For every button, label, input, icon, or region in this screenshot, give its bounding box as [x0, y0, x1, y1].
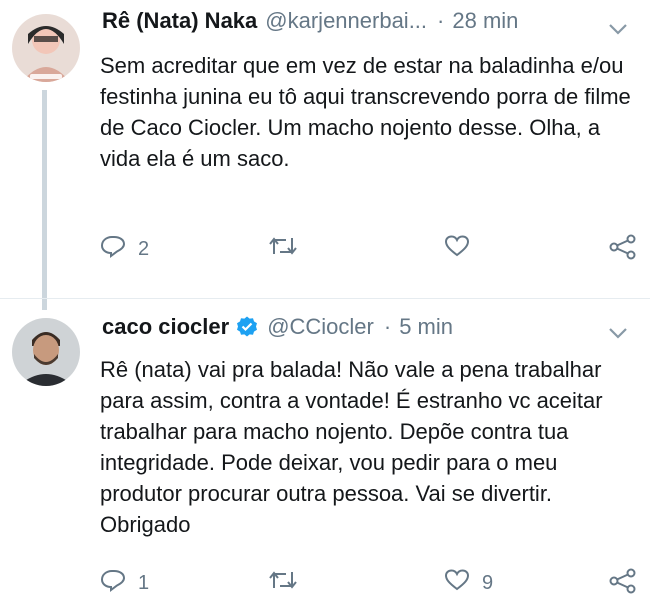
- tweet-actions: 2: [100, 234, 640, 264]
- username-handle[interactable]: @karjennerbai...: [265, 8, 427, 34]
- share-button[interactable]: [608, 234, 638, 266]
- avatar-1-image: [12, 14, 80, 82]
- tweet-text: Rê (nata) vai pra balada! Não vale a pen…: [100, 357, 603, 537]
- like-button[interactable]: [444, 234, 482, 264]
- display-name[interactable]: caco ciocler: [102, 314, 229, 340]
- retweet-icon: [268, 234, 298, 264]
- tweet-header: caco ciocler @CCiocler · 5 min: [102, 314, 453, 340]
- tweet-text: Sem acreditar que em vez de estar na bal…: [100, 53, 631, 171]
- reply-button[interactable]: 1: [100, 568, 149, 598]
- timestamp[interactable]: 28 min: [452, 8, 518, 34]
- chevron-down-icon[interactable]: [608, 326, 628, 344]
- like-button[interactable]: 9: [444, 568, 493, 598]
- share-icon: [608, 234, 638, 266]
- separator-dot: ·: [383, 314, 392, 339]
- share-icon: [608, 568, 638, 600]
- avatar[interactable]: [12, 318, 80, 386]
- reply-button[interactable]: 2: [100, 234, 149, 264]
- separator-dot: ·: [437, 8, 445, 33]
- retweet-button[interactable]: [268, 568, 310, 598]
- retweet-button[interactable]: [268, 234, 310, 264]
- heart-icon: [444, 234, 470, 264]
- avatar[interactable]: [12, 14, 80, 82]
- tweet-header: Rê (Nata) Naka @karjennerbai... · 28 min: [102, 8, 518, 34]
- heart-icon: [444, 568, 470, 598]
- avatar-2-image: [12, 318, 80, 386]
- display-name[interactable]: Rê (Nata) Naka: [102, 8, 257, 34]
- share-button[interactable]: [608, 568, 638, 600]
- username-handle[interactable]: @CCiocler: [267, 314, 374, 340]
- like-count: 9: [482, 571, 494, 594]
- retweet-icon: [268, 568, 298, 598]
- verified-badge-icon: [235, 315, 259, 339]
- timestamp[interactable]: 5 min: [399, 314, 453, 340]
- tweet-divider: [0, 298, 650, 299]
- tweet-actions: 1 9: [100, 568, 640, 598]
- reply-count: 2: [138, 237, 150, 260]
- reply-icon: [100, 234, 126, 264]
- reply-count: 1: [138, 571, 150, 594]
- chevron-down-icon[interactable]: [608, 22, 628, 40]
- reply-icon: [100, 568, 126, 598]
- tweet-thread: Rê (Nata) Naka @karjennerbai... · 28 min…: [0, 0, 650, 610]
